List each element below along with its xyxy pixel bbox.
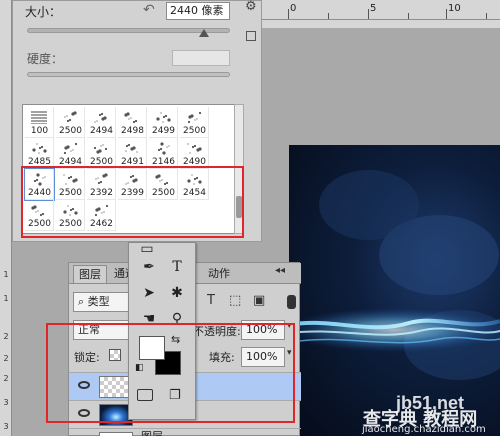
brush-tip-icon bbox=[31, 111, 47, 124]
horizontal-ruler: 0 5 10 bbox=[262, 0, 500, 20]
filter-type-label: 类型 bbox=[87, 295, 110, 308]
brush-tip-icon bbox=[187, 111, 202, 124]
brush-size-label: 2500 bbox=[59, 126, 82, 136]
brush-preset[interactable]: 2490 bbox=[180, 138, 209, 169]
brush-preset[interactable]: 2499 bbox=[149, 107, 178, 138]
collapse-icon[interactable]: ◂◂ bbox=[275, 265, 285, 276]
brush-tip-icon bbox=[125, 143, 138, 153]
brush-preset[interactable]: 2500 bbox=[56, 107, 85, 138]
ruler-label: 2 bbox=[3, 354, 9, 363]
foreground-color-swatch[interactable] bbox=[139, 336, 165, 360]
brush-preset[interactable]: 2494 bbox=[56, 138, 85, 169]
custom-shape-tool-icon[interactable]: ✱ bbox=[165, 283, 189, 303]
brush-tip-icon bbox=[32, 143, 47, 154]
canvas-artwork bbox=[289, 170, 500, 380]
ruler-label: 10 bbox=[448, 3, 461, 14]
hardness-slider[interactable] bbox=[27, 72, 230, 77]
search-icon: ⌕ bbox=[78, 295, 88, 308]
ruler-label: 3 bbox=[3, 422, 9, 431]
tab-actions[interactable]: 动作 bbox=[203, 265, 235, 283]
ruler-label: 0 bbox=[290, 3, 297, 14]
highlight-box-presets bbox=[21, 166, 244, 238]
watermark-url: jiaocheng.chazidian.com bbox=[362, 424, 486, 435]
dodge-tool-icon[interactable]: ▭ bbox=[135, 239, 159, 259]
brush-preset[interactable]: 2491 bbox=[118, 138, 147, 169]
ruler-label: 2 bbox=[3, 332, 9, 341]
brush-preset[interactable]: 2498 bbox=[118, 107, 147, 138]
document-canvas[interactable] bbox=[289, 145, 500, 436]
ruler-label: 5 bbox=[370, 3, 377, 14]
pen-tool-icon[interactable]: ✒ bbox=[137, 257, 161, 277]
brush-size-label: 2494 bbox=[90, 126, 113, 136]
brush-size-label: 100 bbox=[30, 126, 49, 136]
path-selection-tool-icon[interactable]: ➤ bbox=[137, 283, 161, 303]
ruler-label: 1 bbox=[3, 270, 9, 279]
brush-tip-icon bbox=[94, 112, 107, 123]
brush-tip-icon bbox=[156, 112, 171, 123]
brush-preset[interactable]: 2146 bbox=[149, 138, 178, 169]
shape-filter-icon[interactable]: ⬚ bbox=[229, 293, 241, 308]
type-tool-icon[interactable]: T bbox=[165, 257, 189, 277]
brush-preset[interactable]: 2485 bbox=[25, 138, 54, 169]
text-filter-icon[interactable]: T bbox=[207, 293, 215, 308]
brush-size-label: 2498 bbox=[121, 126, 144, 136]
size-input[interactable]: 2440 像素 bbox=[166, 2, 230, 20]
ruler-label: 2 bbox=[3, 374, 9, 383]
layer-row[interactable]: 图层 bbox=[69, 428, 301, 436]
highlight-box-layers bbox=[46, 323, 295, 423]
brush-tip-icon bbox=[64, 111, 77, 123]
ruler-label: 3 bbox=[3, 398, 9, 407]
brush-tip-icon bbox=[93, 144, 108, 154]
hardness-label: 硬度： bbox=[27, 52, 64, 66]
layer-name: 图层 bbox=[141, 428, 163, 436]
gear-icon[interactable]: ⚙ bbox=[245, 0, 257, 14]
brush-preset[interactable]: 100 bbox=[25, 107, 54, 138]
size-slider-thumb[interactable] bbox=[198, 29, 209, 37]
brush-tip-icon bbox=[124, 112, 138, 124]
size-label: 大小： bbox=[25, 5, 62, 19]
brush-preset[interactable]: 2494 bbox=[87, 107, 116, 138]
brush-tip-icon bbox=[157, 142, 170, 155]
brush-tip-icon bbox=[187, 143, 202, 154]
filter-toggle[interactable] bbox=[287, 295, 296, 309]
tab-layers[interactable]: 图层 bbox=[73, 265, 107, 283]
new-preset-icon[interactable] bbox=[246, 31, 256, 41]
canvas-margin bbox=[262, 20, 500, 28]
brush-preset[interactable]: 2500 bbox=[87, 138, 116, 169]
brush-preset[interactable]: 2500 bbox=[180, 107, 209, 138]
reset-icon[interactable]: ↶ bbox=[143, 2, 155, 18]
brush-size-label: 2499 bbox=[152, 126, 175, 136]
brush-tip-icon bbox=[63, 142, 78, 155]
smart-object-filter-icon[interactable]: ▣ bbox=[253, 293, 265, 308]
layer-thumbnail bbox=[99, 432, 133, 436]
vertical-ruler: 1 1 2 2 2 3 3 bbox=[0, 0, 12, 436]
hardness-input[interactable] bbox=[172, 50, 230, 66]
filter-type-select[interactable]: ⌕ 类型 bbox=[73, 292, 131, 312]
ruler-label: 1 bbox=[3, 294, 9, 303]
brush-size-label: 2500 bbox=[183, 126, 206, 136]
